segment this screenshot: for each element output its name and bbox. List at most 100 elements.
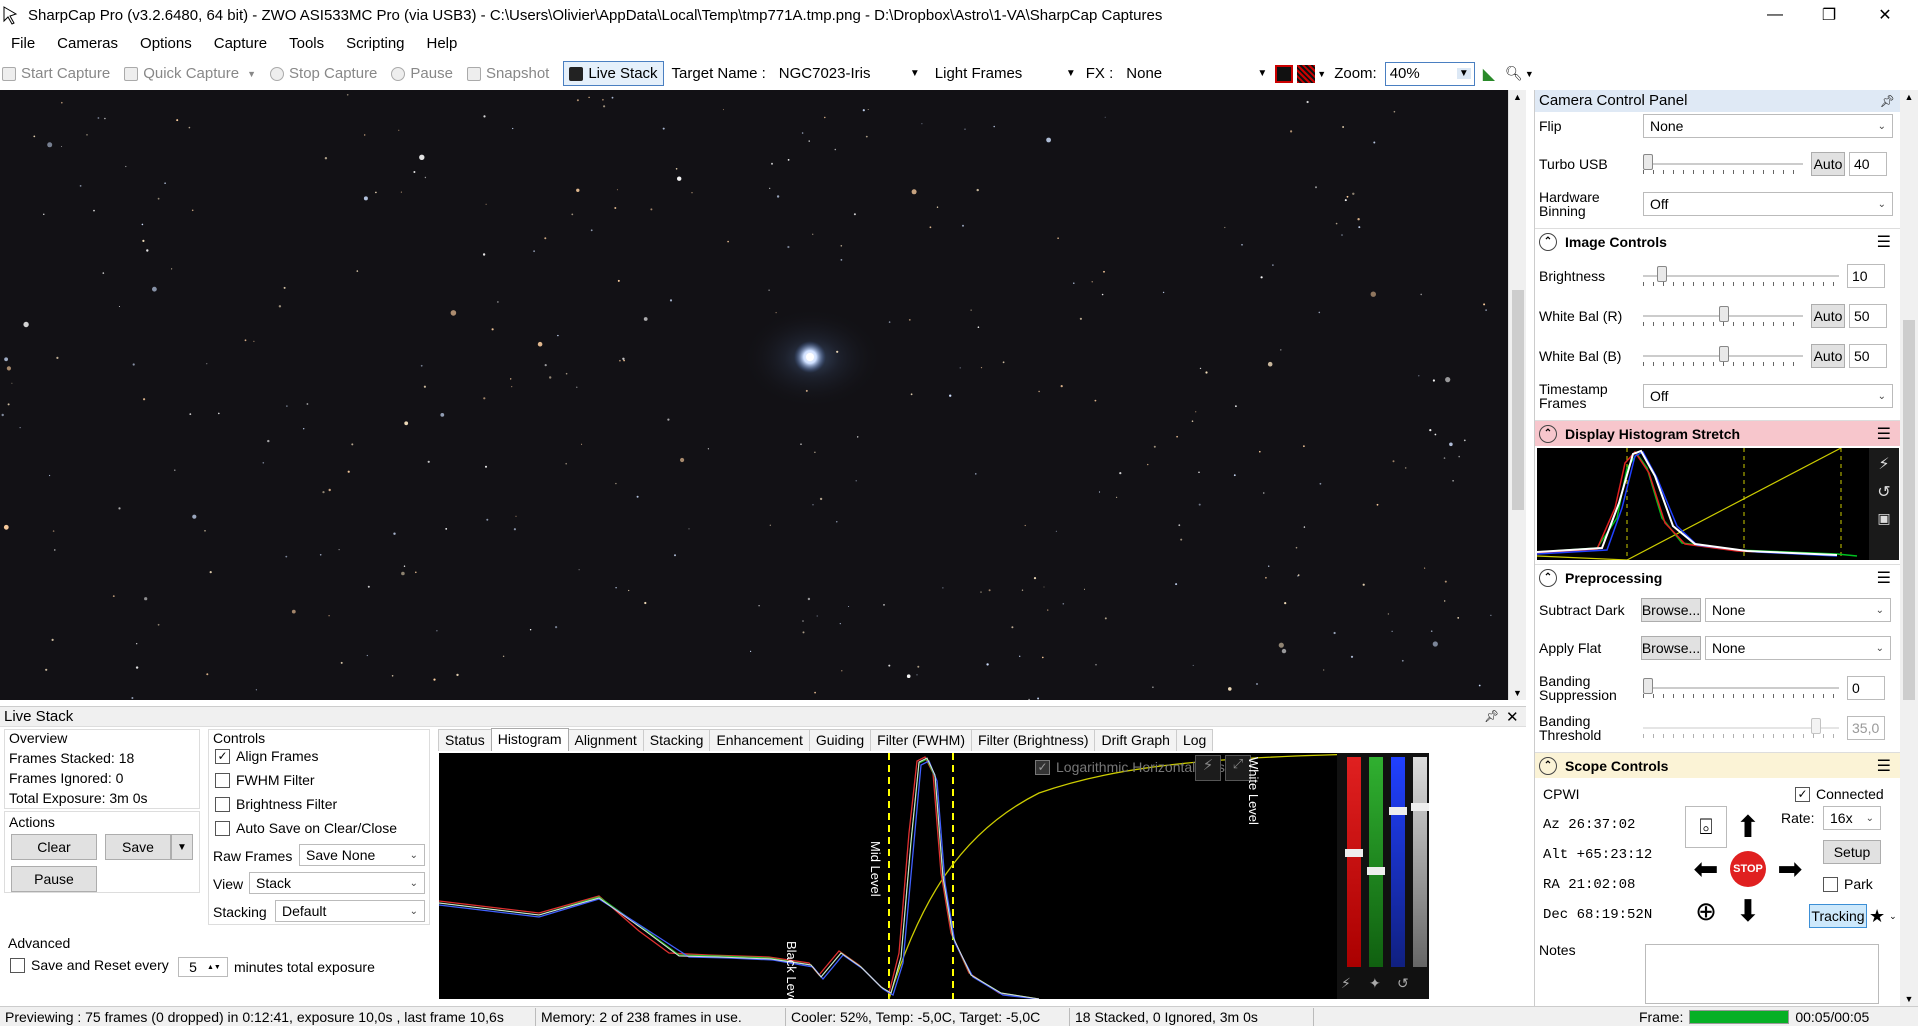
save-reset-checkbox[interactable]: Save and Reset every — [10, 957, 169, 973]
stop-button[interactable]: STOP — [1727, 848, 1769, 890]
pin-icon[interactable]: 📌︎ — [1484, 709, 1499, 723]
collapse-icon[interactable]: ⌃ — [1539, 568, 1557, 587]
reset-icon[interactable]: ↺ — [1869, 482, 1899, 502]
notes-textarea[interactable] — [1645, 944, 1879, 1004]
snapshot-button[interactable]: Snapshot — [466, 65, 549, 82]
stack-histogram-chart[interactable]: ✓ Logarithmic Horizontal Axis ⚡︎ ⤢ Black … — [439, 753, 1429, 999]
rate-dropdown[interactable]: 16x ⌄ — [1823, 806, 1881, 830]
tab-drift-graph[interactable]: Drift Graph — [1094, 729, 1177, 751]
view-dropdown[interactable]: Stack ⌄ — [249, 872, 425, 894]
star-align-icon[interactable]: ★ ⌄ — [1869, 904, 1903, 928]
quick-capture-button[interactable]: Quick Capture ▼ — [124, 65, 256, 82]
park-checkbox[interactable]: Park — [1823, 876, 1873, 892]
collapse-icon[interactable]: ⌃ — [1539, 424, 1557, 443]
stacking-dropdown[interactable]: Default ⌄ — [275, 900, 425, 922]
pause-stack-button[interactable]: Pause — [11, 866, 97, 892]
slider-handle[interactable] — [1411, 803, 1429, 811]
turbo-usb-auto-button[interactable]: Auto — [1811, 152, 1845, 176]
overlay-grid-icon[interactable] — [1297, 64, 1316, 83]
red-level-slider[interactable] — [1347, 757, 1361, 967]
scope-setup-button[interactable]: Setup — [1823, 840, 1881, 864]
menu-icon[interactable]: ☰ — [1877, 424, 1891, 444]
brightness-filter-checkbox[interactable]: Brightness Filter — [215, 796, 337, 812]
tab-filter-fwhm[interactable]: Filter (FWHM) — [870, 729, 973, 751]
histogram-icon[interactable]: ◣ — [1483, 64, 1495, 84]
save-button[interactable]: Save — [105, 834, 171, 860]
reticle-icon[interactable] — [1275, 64, 1294, 83]
scroll-up-icon[interactable]: ▲ — [1509, 92, 1526, 102]
menu-help[interactable]: Help — [416, 30, 469, 58]
turbo-usb-slider[interactable] — [1643, 152, 1803, 176]
menu-options[interactable]: Options — [129, 30, 203, 58]
fwhm-filter-checkbox[interactable]: FWHM Filter — [215, 772, 315, 788]
tab-histogram[interactable]: Histogram — [490, 728, 569, 751]
close-icon[interactable]: ✕ — [1506, 708, 1519, 726]
menu-icon[interactable]: ☰ — [1877, 568, 1891, 588]
tab-status[interactable]: Status — [438, 729, 492, 751]
wb-b-slider[interactable] — [1643, 344, 1803, 368]
raw-frames-dropdown[interactable]: Save None ⌄ — [299, 844, 425, 866]
green-level-slider[interactable] — [1369, 757, 1383, 967]
banding-suppression-slider[interactable] — [1643, 676, 1839, 700]
live-stack-button[interactable]: Live Stack — [563, 61, 664, 86]
save-menu-chevron-icon[interactable]: ▼ — [171, 834, 193, 860]
wb-b-value[interactable]: 50 — [1849, 344, 1887, 368]
viewer-scrollbar[interactable]: ▲ ▼ — [1508, 90, 1526, 700]
align-frames-checkbox[interactable]: ✓ Align Frames — [215, 748, 318, 764]
menu-file[interactable]: File — [0, 30, 46, 58]
slider-handle[interactable] — [1389, 807, 1407, 815]
brightness-slider[interactable] — [1643, 264, 1839, 288]
collapse-icon[interactable]: ⌃ — [1539, 756, 1557, 775]
tab-guiding[interactable]: Guiding — [808, 729, 872, 751]
turbo-usb-value[interactable]: 40 — [1849, 152, 1887, 176]
menu-icon[interactable]: ☰ — [1877, 232, 1891, 252]
arrow-right-icon[interactable]: ➡ — [1769, 848, 1811, 890]
fx-combo[interactable]: None ▼ — [1121, 62, 1271, 86]
scroll-down-icon[interactable]: ▼ — [1900, 994, 1918, 1004]
scope-controls-header[interactable]: ⌃ Scope Controls ☰ — [1535, 752, 1901, 778]
hardware-binning-dropdown[interactable]: Off ⌄ — [1643, 192, 1893, 216]
subtract-dark-dropdown[interactable]: None ⌄ — [1705, 598, 1891, 622]
timestamp-dropdown[interactable]: Off ⌄ — [1643, 384, 1893, 408]
close-window-button[interactable]: ✕ — [1856, 0, 1914, 30]
tab-alignment[interactable]: Alignment — [567, 729, 644, 751]
image-viewer[interactable] — [0, 90, 1508, 700]
subtract-dark-browse-button[interactable]: Browse... — [1641, 598, 1701, 622]
reset-icon[interactable]: ↺ — [1397, 975, 1409, 992]
pause-button[interactable]: Pause — [391, 65, 453, 82]
slider-handle[interactable] — [1367, 867, 1385, 875]
spinner-arrows-icon[interactable]: ▲▼ — [207, 964, 221, 971]
start-capture-button[interactable]: Start Capture — [2, 65, 110, 82]
preprocessing-header[interactable]: ⌃ Preprocessing ☰ — [1535, 564, 1901, 590]
frame-type-combo[interactable]: Light Frames ▼ — [930, 62, 1080, 86]
menu-icon[interactable]: ☰ — [1877, 756, 1891, 776]
brightness-value[interactable]: 10 — [1847, 264, 1885, 288]
arrow-up-icon[interactable]: ⬆ — [1727, 806, 1769, 848]
tab-enhancement[interactable]: Enhancement — [709, 729, 810, 751]
tab-log[interactable]: Log — [1175, 729, 1214, 751]
restore-button[interactable]: ❐ — [1800, 0, 1858, 30]
arrow-down-icon[interactable]: ⬇ — [1727, 890, 1769, 932]
blue-level-slider[interactable] — [1391, 757, 1405, 967]
minimize-button[interactable]: — — [1746, 0, 1804, 30]
save-icon[interactable]: ▣ — [1869, 510, 1899, 527]
collapse-icon[interactable]: ⌃ — [1539, 232, 1557, 251]
scroll-down-icon[interactable]: ▼ — [1509, 688, 1526, 698]
clear-button[interactable]: Clear — [11, 834, 97, 860]
menu-capture[interactable]: Capture — [203, 30, 278, 58]
slider-handle[interactable] — [1345, 849, 1363, 857]
chevron-down-icon[interactable]: ▼ — [1317, 69, 1326, 79]
wb-r-auto-button[interactable]: Auto — [1811, 304, 1845, 328]
stop-capture-button[interactable]: Stop Capture — [270, 65, 377, 82]
auto-stretch-icon[interactable]: ⚡︎ — [1869, 454, 1899, 474]
tab-filter-brightness[interactable]: Filter (Brightness) — [971, 729, 1096, 751]
minutes-spinner[interactable]: 5 ▲▼ — [178, 957, 228, 977]
menu-scripting[interactable]: Scripting — [335, 30, 415, 58]
wb-b-auto-button[interactable]: Auto — [1811, 344, 1845, 368]
scope-connected-checkbox[interactable]: ✓ Connected — [1795, 786, 1884, 802]
scroll-up-icon[interactable]: ▲ — [1900, 92, 1918, 102]
auto-stretch-icon[interactable]: ⚡︎ — [1341, 975, 1351, 992]
luminance-level-slider[interactable] — [1413, 757, 1427, 967]
chevron-down-icon[interactable]: ▼ — [1525, 69, 1534, 79]
histogram-stretch-chart[interactable]: ⚡︎ ↺ ▣ — [1536, 447, 1899, 561]
